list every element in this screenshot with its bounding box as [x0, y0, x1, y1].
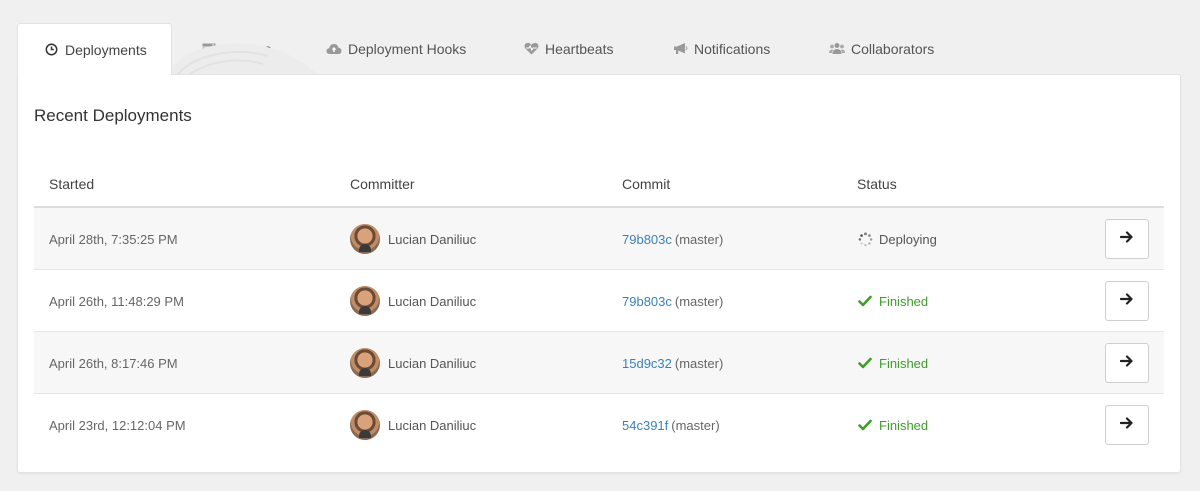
- commit-hash-link[interactable]: 79b803c: [622, 294, 672, 309]
- avatar: [350, 348, 380, 378]
- committer-name: Lucian Daniliuc: [388, 417, 477, 433]
- tab-bar: Deployments Servers Deployment Hooks Hea…: [17, 23, 1181, 75]
- committer: Lucian Daniliuc: [350, 332, 476, 394]
- column-header-commit: Commit: [622, 176, 671, 192]
- column-header-started: Started: [49, 176, 95, 192]
- started-time: April 26th, 11:48:29 PM: [49, 293, 184, 309]
- table-row: April 26th, 11:48:29 PM Lucian Daniliuc …: [34, 270, 1164, 332]
- commit-branch: (master): [671, 417, 720, 433]
- status-text: Finished: [879, 293, 929, 309]
- column-header-status: Status: [857, 176, 897, 192]
- arrow-right-icon: [1119, 230, 1134, 248]
- heartbeat-icon: [523, 41, 539, 57]
- tab-label: Servers: [223, 40, 272, 57]
- commit: 79b803c (master): [622, 270, 723, 332]
- arrow-right-icon: [1119, 292, 1134, 310]
- tab-deployment-hooks[interactable]: Deployment Hooks: [326, 23, 466, 74]
- commit-branch: (master): [674, 355, 724, 371]
- checkmark-icon: [857, 417, 873, 433]
- tab-label: Notifications: [694, 40, 771, 57]
- tab-heartbeats[interactable]: Heartbeats: [523, 23, 613, 74]
- status: Deploying: [857, 208, 937, 270]
- status: Finished: [857, 332, 928, 394]
- commit-hash-link[interactable]: 15d9c32: [622, 356, 672, 371]
- arrow-right-icon: [1119, 354, 1134, 372]
- deployments-panel: Recent Deployments Started Committer Com…: [17, 74, 1181, 473]
- status: Finished: [857, 270, 928, 332]
- arrow-right-icon: [1119, 416, 1134, 434]
- view-deployment-button[interactable]: [1105, 343, 1149, 383]
- commit: 15d9c32 (master): [622, 332, 723, 394]
- table-row: April 26th, 8:17:46 PM Lucian Daniliuc 1…: [34, 332, 1164, 394]
- tab-notifications[interactable]: Notifications: [672, 23, 770, 74]
- committer: Lucian Daniliuc: [350, 394, 476, 456]
- committer-name: Lucian Daniliuc: [388, 293, 477, 309]
- avatar: [350, 286, 380, 316]
- started-time: April 28th, 7:35:25 PM: [49, 231, 178, 247]
- clock-icon: [43, 42, 59, 58]
- tab-label: Deployment Hooks: [348, 40, 467, 57]
- users-icon: [829, 41, 845, 57]
- committer-name: Lucian Daniliuc: [388, 231, 477, 247]
- table-row: April 28th, 7:35:25 PM Lucian Daniliuc 7…: [34, 208, 1164, 270]
- status-text: Deploying: [879, 231, 937, 247]
- tab-label: Heartbeats: [545, 40, 614, 57]
- commit-branch: (master): [674, 231, 724, 247]
- committer-name: Lucian Daniliuc: [388, 355, 477, 371]
- status: Finished: [857, 394, 928, 456]
- deployments-table: Started Committer Commit Status April 28…: [34, 158, 1164, 456]
- cloud-upload-icon: [326, 41, 342, 57]
- tab-servers[interactable]: Servers: [201, 23, 271, 74]
- status-text: Finished: [879, 355, 929, 371]
- view-deployment-button[interactable]: [1105, 281, 1149, 321]
- commit: 79b803c (master): [622, 208, 723, 270]
- commit: 54c391f (master): [622, 394, 720, 456]
- started-time: April 26th, 8:17:46 PM: [49, 355, 178, 371]
- commit-hash-link[interactable]: 79b803c: [622, 232, 672, 247]
- table-header: Started Committer Commit Status: [34, 158, 1164, 208]
- started-time: April 23rd, 12:12:04 PM: [49, 417, 186, 433]
- tab-collaborators[interactable]: Collaborators: [829, 23, 934, 74]
- checkmark-icon: [857, 355, 873, 371]
- spinner-icon: [857, 231, 873, 247]
- committer: Lucian Daniliuc: [350, 270, 476, 332]
- tab-deployments[interactable]: Deployments: [17, 23, 172, 75]
- view-deployment-button[interactable]: [1105, 405, 1149, 445]
- column-header-committer: Committer: [350, 176, 415, 192]
- megaphone-icon: [672, 41, 688, 57]
- view-deployment-button[interactable]: [1105, 219, 1149, 259]
- table-row: April 23rd, 12:12:04 PM Lucian Daniliuc …: [34, 394, 1164, 456]
- status-text: Finished: [879, 417, 929, 433]
- tab-label: Deployments: [65, 41, 147, 58]
- avatar: [350, 224, 380, 254]
- committer: Lucian Daniliuc: [350, 208, 476, 270]
- avatar: [350, 410, 380, 440]
- commit-branch: (master): [674, 293, 724, 309]
- tab-label: Collaborators: [851, 40, 935, 57]
- section-title: Recent Deployments: [34, 106, 192, 125]
- checkmark-icon: [857, 293, 873, 309]
- commit-hash-link[interactable]: 54c391f: [622, 418, 668, 433]
- server-icon: [201, 41, 217, 57]
